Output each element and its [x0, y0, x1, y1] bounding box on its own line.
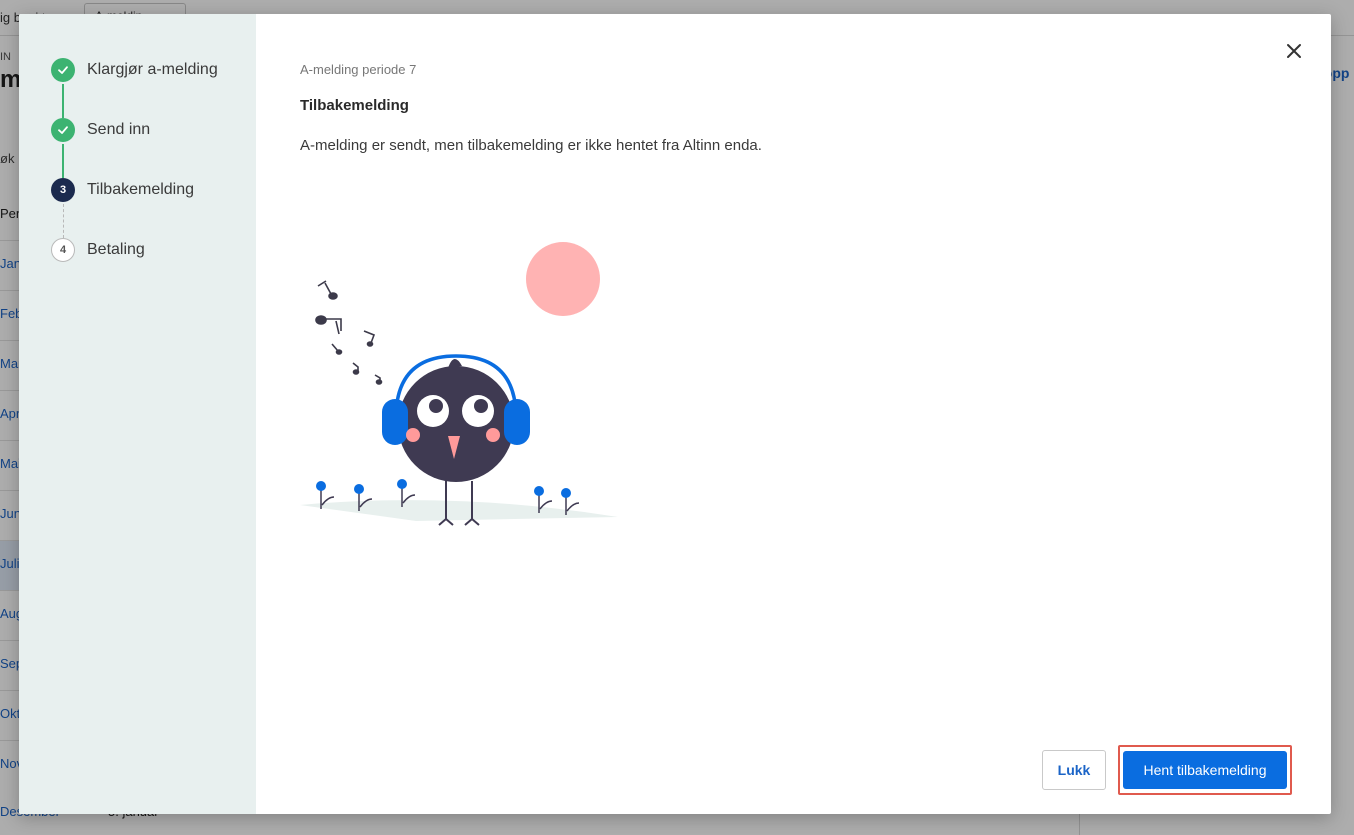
step-connector [62, 144, 64, 178]
close-dialog-button[interactable]: Lukk [1042, 750, 1106, 790]
fetch-feedback-button[interactable]: Hent tilbakemelding [1123, 751, 1287, 789]
step-label: Betaling [87, 241, 145, 258]
step-label: Send inn [87, 121, 151, 138]
dialog-content: A-melding periode 7 Tilbakemelding A-mel… [256, 14, 1331, 814]
step-number: 3 [51, 178, 75, 202]
dialog-message: A-melding er sendt, men tilbakemelding e… [300, 137, 762, 154]
dialog-heading: Tilbakemelding [300, 97, 409, 114]
check-icon [51, 118, 75, 142]
step-label: Klargjør a-melding [87, 61, 218, 78]
feedback-dialog: Klargjør a-melding Send inn 3 Tilbakemel… [19, 14, 1331, 814]
stepper: Klargjør a-melding Send inn 3 Tilbakemel… [19, 14, 256, 814]
highlight-frame: Hent tilbakemelding [1118, 745, 1292, 795]
step-connector [63, 204, 64, 238]
close-button[interactable] [1283, 40, 1305, 62]
close-icon [1287, 44, 1301, 58]
bird-with-headphones-icon [296, 239, 626, 544]
check-icon [51, 58, 75, 82]
step-number: 4 [51, 238, 75, 262]
period-label: A-melding periode 7 [300, 62, 417, 77]
step-connector [62, 84, 64, 118]
step-label: Tilbakemelding [87, 181, 195, 198]
